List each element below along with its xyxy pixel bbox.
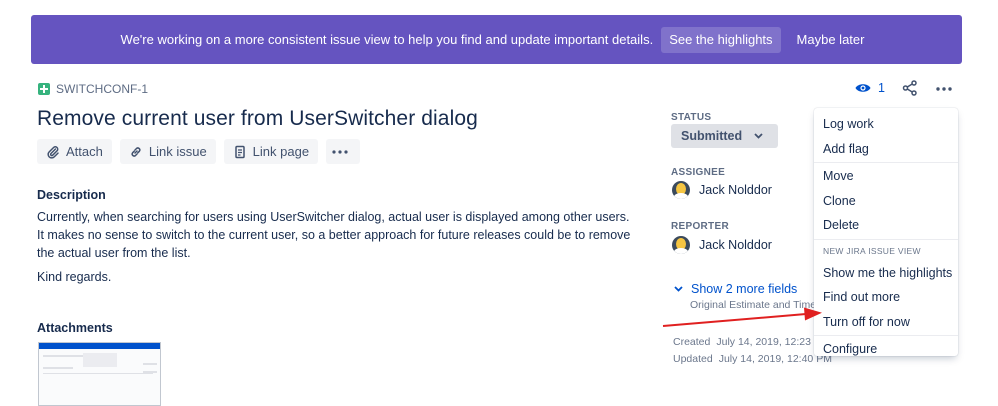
more-icon <box>332 149 348 154</box>
link-icon <box>131 146 141 157</box>
attachments-heading: Attachments <box>37 321 113 335</box>
thumbnail-line <box>143 371 157 373</box>
thumbnail-header <box>39 343 160 349</box>
link-issue-label: Link issue <box>148 144 207 159</box>
issue-key[interactable]: SWITCHCONF-1 <box>56 82 148 96</box>
menu-item-configure[interactable]: Configure <box>814 337 958 362</box>
assignee-label: ASSIGNEE <box>671 167 726 178</box>
description-heading: Description <box>37 188 106 202</box>
feature-banner: We're working on a more consistent issue… <box>31 15 962 64</box>
plus-square-icon <box>38 83 50 95</box>
watch-count: 1 <box>878 81 885 95</box>
menu-item-move[interactable]: Move <box>814 164 958 189</box>
status-label: STATUS <box>671 112 712 123</box>
show-more-fields-link[interactable]: Show 2 more fields <box>674 282 797 296</box>
menu-item-find-out-more[interactable]: Find out more <box>814 285 958 310</box>
description-closing: Kind regards. <box>37 270 112 284</box>
watch-button[interactable]: 1 <box>855 81 885 95</box>
paperclip-icon <box>47 145 59 159</box>
attachment-thumbnail[interactable] <box>38 342 161 406</box>
thumbnail-line <box>43 367 73 369</box>
link-issue-button[interactable]: Link issue <box>119 139 216 164</box>
menu-item-clone[interactable]: Clone <box>814 189 958 214</box>
avatar <box>672 236 690 254</box>
show-more-label: Show 2 more fields <box>691 282 798 296</box>
see-highlights-button[interactable]: See the highlights <box>661 26 781 53</box>
assignee-field[interactable]: Jack Nolddor <box>672 181 772 199</box>
link-page-button[interactable]: Link page <box>223 139 319 164</box>
menu-divider <box>814 335 958 336</box>
thumbnail-dialog <box>83 353 117 367</box>
reporter-name: Jack Nolddor <box>699 238 772 252</box>
page-icon <box>234 145 245 158</box>
banner-message: We're working on a more consistent issue… <box>120 32 654 47</box>
thumbnail-line <box>143 363 157 365</box>
issue-title[interactable]: Remove current user from UserSwitcher di… <box>37 107 478 131</box>
menu-divider <box>814 162 958 163</box>
menu-item-turn-off[interactable]: Turn off for now <box>814 310 958 335</box>
chevron-down-icon <box>674 286 683 292</box>
chevron-down-icon <box>754 133 763 139</box>
avatar <box>672 181 690 199</box>
menu-group-label: NEW JIRA ISSUE VIEW <box>823 245 921 256</box>
link-page-label: Link page <box>252 144 310 159</box>
thumbnail-line <box>43 355 83 357</box>
maybe-later-button[interactable]: Maybe later <box>789 27 873 53</box>
assignee-name: Jack Nolddor <box>699 183 772 197</box>
description-text[interactable]: Currently, when searching for users usin… <box>37 208 637 262</box>
issue-actions: Attach Link issue Link page <box>37 139 361 164</box>
attach-button[interactable]: Attach <box>37 139 112 164</box>
reporter-field[interactable]: Jack Nolddor <box>672 236 772 254</box>
menu-item-add-flag[interactable]: Add flag <box>814 137 958 162</box>
more-icon[interactable] <box>936 87 952 91</box>
updated-date: Updated July 14, 2019, 12:40 PM <box>673 353 832 365</box>
eye-icon <box>855 84 871 92</box>
hidden-fields-summary: Original Estimate and Time <box>690 299 815 311</box>
menu-item-show-highlights[interactable]: Show me the highlights <box>814 261 958 286</box>
created-value: July 14, 2019, 12:23 <box>716 336 811 348</box>
thumbnail-line <box>43 373 153 374</box>
created-label: Created <box>673 336 711 348</box>
status-value: Submitted <box>681 129 743 143</box>
attach-label: Attach <box>66 144 103 159</box>
more-actions-button[interactable] <box>326 139 361 164</box>
share-icon[interactable] <box>902 80 918 96</box>
created-date: Created July 14, 2019, 12:23 <box>673 336 811 348</box>
status-dropdown[interactable]: Submitted <box>671 124 778 148</box>
menu-item-log-work[interactable]: Log work <box>814 112 958 137</box>
reporter-label: REPORTER <box>671 221 729 232</box>
more-actions-menu: Log work Add flag Move Clone Delete NEW … <box>814 108 958 356</box>
issue-key-breadcrumb[interactable]: SWITCHCONF-1 <box>38 82 148 96</box>
menu-item-delete[interactable]: Delete <box>814 213 958 238</box>
updated-label: Updated <box>673 353 713 365</box>
menu-divider <box>814 238 958 240</box>
